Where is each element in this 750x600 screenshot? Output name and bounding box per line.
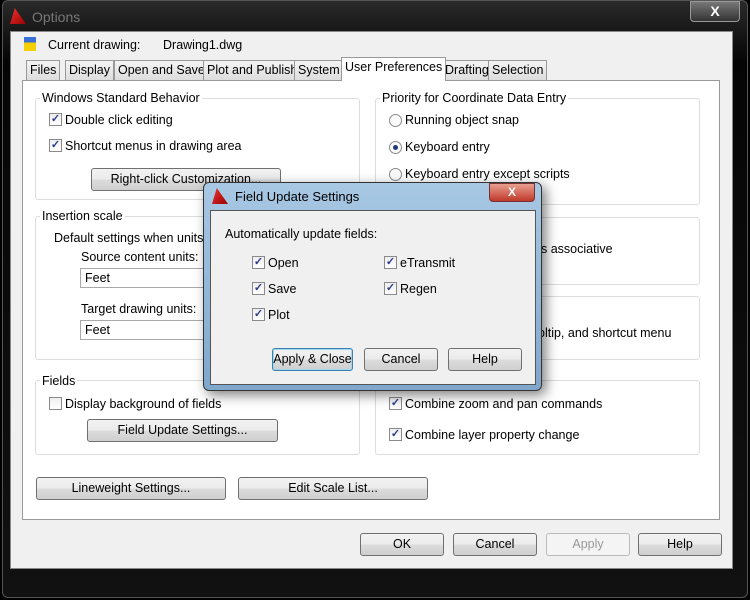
open-label: Open (268, 256, 299, 270)
keyboard-entry-label: Keyboard entry (405, 140, 490, 154)
tab-user-preferences[interactable]: User Preferences (341, 57, 447, 81)
tab-display[interactable]: Display (65, 60, 114, 80)
double-click-label: Double click editing (65, 113, 173, 127)
dialog-title: Field Update Settings (235, 189, 360, 204)
regen-checkbox[interactable]: ✓ (384, 282, 397, 295)
display-background-checkbox[interactable]: ✓ (49, 397, 62, 410)
tab-drafting[interactable]: Drafting (441, 60, 493, 80)
save-checkbox[interactable]: ✓ (252, 282, 265, 295)
tab-selection[interactable]: Selection (488, 60, 548, 80)
running-object-snap-label: Running object snap (405, 113, 519, 127)
combine-layer-label: Combine layer property change (405, 428, 580, 442)
window-title: Options (32, 9, 81, 25)
dialog-close-button[interactable]: X (489, 183, 535, 202)
plot-label: Plot (268, 308, 290, 322)
associative-label: s associative (541, 242, 613, 256)
close-button[interactable]: X (690, 1, 740, 22)
apply-close-button[interactable]: Apply & Close (272, 348, 353, 371)
cancel-button[interactable]: Cancel (453, 533, 537, 556)
keyboard-except-scripts-radio[interactable] (389, 168, 402, 181)
tab-files[interactable]: Files (26, 60, 61, 80)
drawing-file-icon (24, 37, 36, 51)
ok-button[interactable]: OK (360, 533, 444, 556)
dialog-app-icon (212, 188, 228, 204)
dialog-cancel-button[interactable]: Cancel (364, 348, 438, 371)
current-drawing-label: Current drawing: (48, 38, 141, 52)
field-update-settings-dialog: Field Update Settings X Automatically up… (203, 182, 542, 391)
open-checkbox[interactable]: ✓ (252, 256, 265, 269)
insertion-scale-title: Insertion scale (40, 209, 125, 223)
shortcut-menus-label: Shortcut menus in drawing area (65, 139, 242, 153)
default-settings-text: Default settings when units are (54, 231, 225, 245)
combine-layer-checkbox[interactable]: ✓ (389, 428, 402, 441)
source-units-label: Source content units: (81, 250, 199, 264)
display-background-label: Display background of fields (65, 397, 222, 411)
undo-group (375, 380, 700, 455)
tooltip-label: oltip, and shortcut menu (538, 326, 672, 340)
lineweight-settings-button[interactable]: Lineweight Settings... (36, 477, 226, 500)
target-units-label: Target drawing units: (81, 302, 197, 316)
auto-update-heading: Automatically update fields: (225, 227, 378, 241)
windows-behavior-title: Windows Standard Behavior (40, 91, 202, 105)
dialog-help-button[interactable]: Help (448, 348, 522, 371)
edit-scale-list-button[interactable]: Edit Scale List... (238, 477, 428, 500)
double-click-checkbox[interactable]: ✓ (49, 113, 62, 126)
tab-open-and-save[interactable]: Open and Save (114, 60, 209, 80)
field-update-settings-button[interactable]: Field Update Settings... (87, 419, 278, 442)
regen-label: Regen (400, 282, 437, 296)
shortcut-menus-checkbox[interactable]: ✓ (49, 139, 62, 152)
etransmit-label: eTransmit (400, 256, 456, 270)
keyboard-except-scripts-label: Keyboard entry except scripts (405, 167, 570, 181)
keyboard-entry-radio[interactable] (389, 141, 402, 154)
combine-zoom-checkbox[interactable]: ✓ (389, 397, 402, 410)
plot-checkbox[interactable]: ✓ (252, 308, 265, 321)
current-drawing-value: Drawing1.dwg (163, 38, 243, 52)
fields-group (35, 380, 360, 455)
tab-system[interactable]: System (294, 60, 344, 80)
dialog-body: Automatically update fields: ✓ Open ✓ Sa… (210, 210, 536, 385)
combine-zoom-label: Combine zoom and pan commands (405, 397, 603, 411)
fields-title: Fields (40, 374, 78, 388)
help-button[interactable]: Help (638, 533, 722, 556)
tab-plot-and-publish[interactable]: Plot and Publish (203, 60, 302, 80)
apply-button[interactable]: Apply (546, 533, 630, 556)
running-object-snap-radio[interactable] (389, 114, 402, 127)
etransmit-checkbox[interactable]: ✓ (384, 256, 397, 269)
priority-title: Priority for Coordinate Data Entry (380, 91, 569, 105)
save-label: Save (268, 282, 297, 296)
